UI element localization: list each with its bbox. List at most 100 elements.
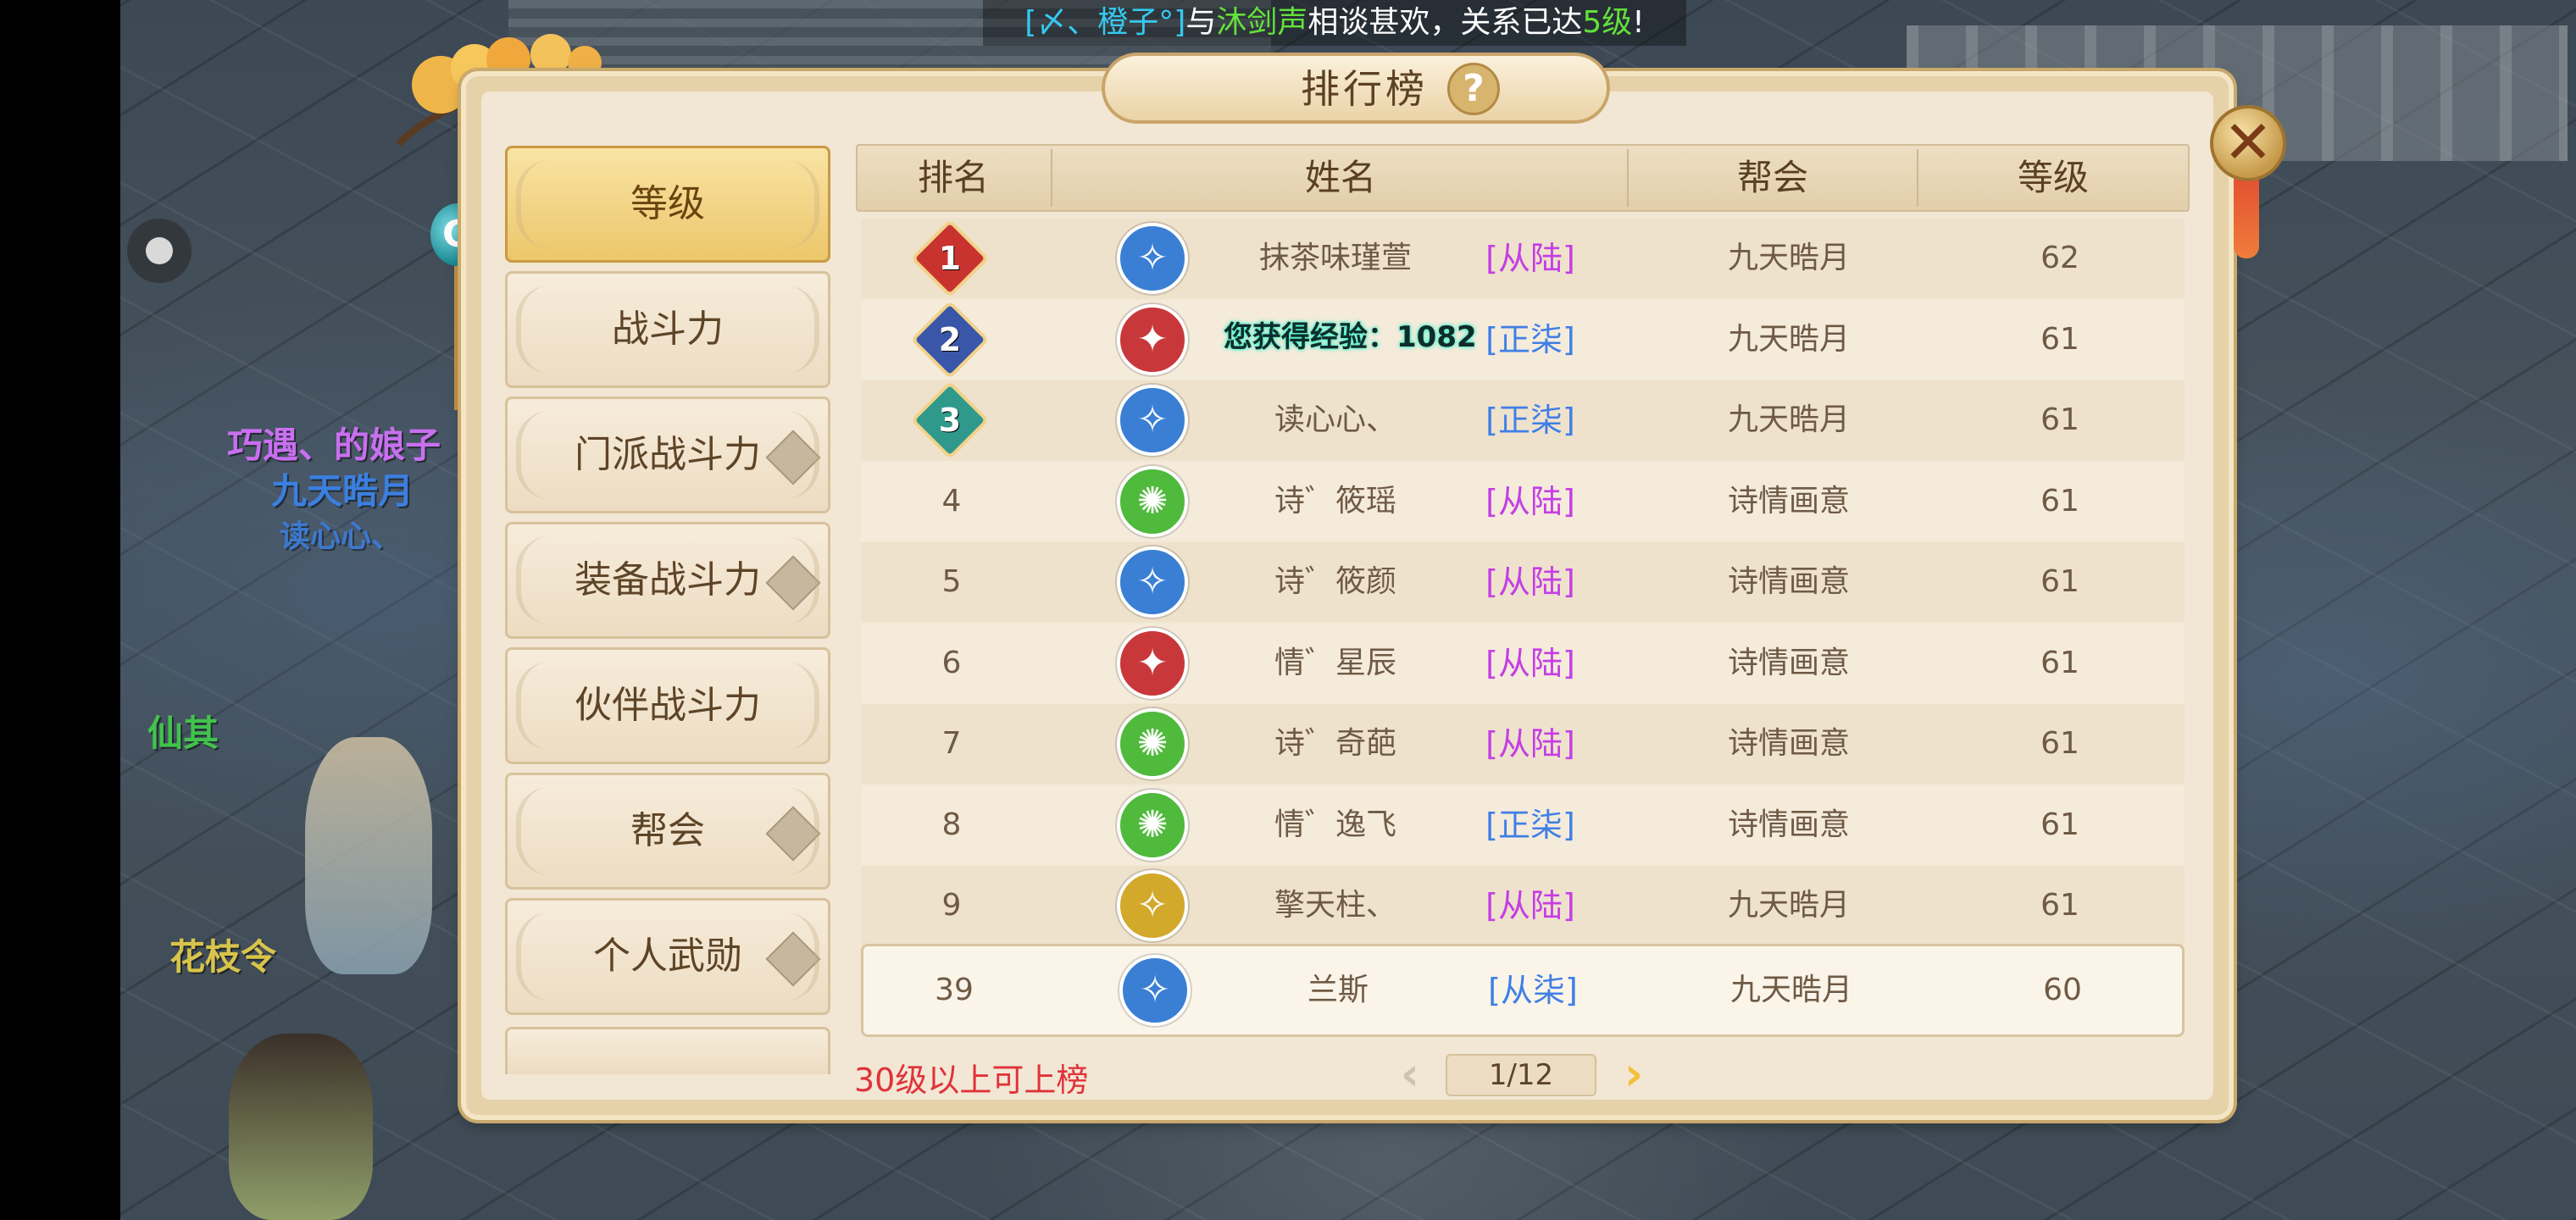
table-row[interactable]: 1 ✧ 抹茶味瑾萱 [从陆] 九天晧月 62 [861,219,2185,298]
world-name-label[interactable]: 仙其 [147,705,219,757]
tab-4[interactable]: 伙伴战斗力 [505,647,830,764]
tab-label: 帮会 [630,809,705,852]
guild-name: 诗情画意 [1727,484,1850,518]
rank-cell: 39 [935,973,974,1007]
tab-0[interactable]: 等级 [505,146,830,263]
school-icon: ✦ [1117,304,1188,375]
guild-name: 九天晧月 [1729,973,1852,1007]
system-notice: [〆、橙子°]与沐剑声相谈甚欢，关系已达5级! [983,0,1686,46]
table-row[interactable]: 5 ✧ 诗゛筱颜 [从陆] 诗情画意 61 [861,542,2185,622]
server-tag: [从陆] [1485,725,1575,762]
tassel-decoration [2234,174,2259,258]
server-tag: [正柒] [1485,807,1575,844]
table-row[interactable]: 4 ✺ 诗゛筱瑶 [从陆] 诗情画意 61 [861,462,2185,541]
tab-1[interactable]: 战斗力 [505,271,830,388]
rank-cell: 9 [941,888,962,923]
guild-name: 诗情画意 [1727,726,1850,761]
world-name-label[interactable]: 读心心、 [280,512,402,556]
server-tag: [从陆] [1485,645,1575,682]
notice-npc: 沐剑声 [1216,5,1308,40]
tab-2[interactable]: 门派战斗力 [505,396,830,513]
world-name-label[interactable]: 巧遇、的娘子 [227,417,441,469]
school-icon: ✧ [1117,870,1188,941]
rank-cell: 4 [941,484,962,518]
server-tag: [从柒] [1488,972,1578,1009]
guild-name: 诗情画意 [1727,807,1850,842]
school-icon: ✦ [1117,628,1188,699]
table-header: 排名 姓名 帮会 等级 [856,144,2190,212]
help-button[interactable]: ? [1447,63,1500,115]
player-name: 兰斯 [1307,973,1368,1007]
server-tag: [从陆] [1485,240,1575,277]
tab-label: 等级 [630,182,705,225]
player-level: 61 [2040,402,2079,437]
world-name-label[interactable]: 花枝令 [169,929,276,980]
rank-cell: 2 [938,321,962,358]
table-row[interactable]: 8 ✺ 情゛逸飞 [正柒] 诗情画意 61 [861,785,2185,865]
player-name: 诗゛筱瑶 [1274,484,1396,518]
guild-name: 诗情画意 [1727,646,1850,680]
player-level: 61 [2040,564,2079,599]
guild-name: 九天晧月 [1727,402,1850,437]
world-character-bottom-left[interactable] [229,1034,373,1220]
guild-name: 九天晧月 [1727,322,1850,357]
pendant-string [454,266,459,410]
guild-name: 九天晧月 [1727,241,1850,275]
notice-connector: 与 [1185,5,1217,40]
guild-name: 诗情画意 [1727,564,1850,599]
notice-text: 相谈甚欢，关系已达 [1307,5,1583,40]
notice-level: 5级 [1582,5,1633,40]
joystick-dot[interactable] [127,219,192,283]
notice-end: ! [1632,5,1645,40]
tab-6[interactable]: 个人武勋 [505,898,830,1015]
server-tag: [正柒] [1485,402,1575,439]
rank-cell: 3 [938,402,962,439]
chevron-down-icon [765,430,821,485]
exp-gain-popup: 您获得经验：1082 [1224,320,1477,354]
tab-5[interactable]: 帮会 [505,773,830,890]
player-name: 抹茶味瑾萱 [1258,241,1412,275]
ranking-requirement: 30级以上可上榜 [854,1062,1089,1099]
tab-scroll-stub[interactable] [505,1027,830,1074]
table-row[interactable]: 6 ✦ 情゛星辰 [从陆] 诗情画意 61 [861,624,2185,703]
tab-label: 个人武勋 [593,934,742,978]
my-rank-row[interactable]: 39 ✧ 兰斯 [从柒] 九天晧月 60 [861,944,2185,1037]
player-level: 61 [2040,888,2079,923]
player-level: 61 [2040,322,2079,357]
tab-label: 装备战斗力 [575,558,761,602]
chevron-down-icon [765,931,821,987]
player-level: 61 [2040,726,2079,761]
school-icon: ✧ [1117,223,1188,294]
table-row[interactable]: 7 ✺ 诗゛奇葩 [从陆] 诗情画意 61 [861,704,2185,784]
tab-label: 门派战斗力 [575,433,761,476]
world-character-left[interactable] [305,737,432,974]
server-tag: [从陆] [1485,887,1575,924]
page-title: 排行榜 [1301,66,1428,112]
player-name: 情゛逸飞 [1274,807,1396,842]
guild-name: 九天晧月 [1727,888,1850,923]
tab-3[interactable]: 装备战斗力 [505,522,830,639]
rank-cell: 7 [941,726,962,761]
page-indicator: 1/12 [1446,1054,1596,1096]
player-level: 61 [2040,807,2079,842]
table-row[interactable]: 9 ✧ 擎天柱、 [从陆] 九天晧月 61 [861,866,2185,946]
player-name: 情゛星辰 [1274,646,1396,680]
school-icon: ✺ [1117,708,1188,779]
server-tag: [从陆] [1485,563,1575,601]
table-row[interactable]: 3 ✧ 读心心、 [正柒] 九天晧月 61 [861,380,2185,460]
header-level: 等级 [2017,157,2089,198]
prev-page-button[interactable]: ‹ [1393,1049,1427,1100]
school-icon: ✧ [1119,955,1191,1026]
rank-cell: 6 [941,646,962,680]
next-page-button[interactable]: › [1617,1049,1651,1100]
player-name: 擎天柱、 [1274,888,1396,923]
tab-label: 伙伴战斗力 [575,684,761,727]
header-rank: 排名 [917,157,989,198]
header-guild: 帮会 [1736,157,1808,198]
table-row[interactable]: 2 ✦ [正柒] 九天晧月 61 [861,300,2185,380]
close-button[interactable]: ✕ [2210,105,2286,181]
player-level: 61 [2040,484,2079,518]
school-icon: ✧ [1117,385,1188,456]
player-name: 读心心、 [1274,402,1396,437]
player-name: 诗゛筱颜 [1274,564,1396,599]
